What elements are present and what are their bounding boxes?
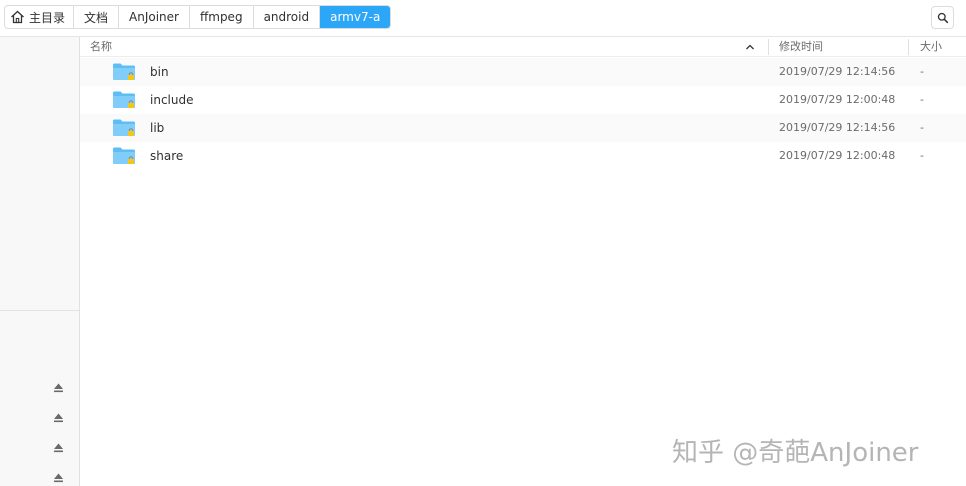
eject-icon: [53, 443, 63, 453]
folder-lock-icon: [113, 119, 135, 136]
breadcrumb-label: AnJoiner: [129, 10, 179, 24]
eject-icon: [53, 473, 63, 483]
column-header: 名称 修改时间 大小: [80, 37, 966, 57]
eject-button[interactable]: [52, 442, 64, 454]
file-row[interactable]: lib 2019/07/29 12:14:56 -: [80, 114, 966, 142]
folder-lock-icon: [113, 147, 135, 164]
breadcrumb-item-documents[interactable]: 文档: [74, 6, 120, 28]
file-modified: 2019/07/29 12:14:56: [779, 121, 896, 134]
file-modified: 2019/07/29 12:00:48: [779, 149, 896, 162]
chevron-up-icon[interactable]: [744, 41, 756, 53]
file-modified: 2019/07/29 12:14:56: [779, 65, 896, 78]
column-separator[interactable]: [768, 39, 769, 55]
home-icon: [11, 10, 24, 24]
file-size: -: [920, 93, 924, 106]
breadcrumb-home[interactable]: 主目录: [5, 6, 75, 28]
file-row[interactable]: share 2019/07/29 12:00:48 -: [80, 142, 966, 170]
breadcrumb-item-armv7a[interactable]: armv7-a: [320, 6, 391, 28]
eject-icon: [53, 413, 63, 423]
breadcrumb-item-android[interactable]: android: [254, 6, 321, 28]
eject-button[interactable]: [52, 382, 64, 394]
file-row[interactable]: include 2019/07/29 12:00:48 -: [80, 86, 966, 114]
breadcrumb-label: armv7-a: [330, 10, 381, 24]
eject-button[interactable]: [52, 472, 64, 484]
column-size[interactable]: 大小: [920, 37, 942, 57]
file-size: -: [920, 65, 924, 78]
column-modified[interactable]: 修改时间: [779, 37, 823, 57]
search-button[interactable]: [931, 6, 954, 29]
breadcrumb-home-label: 主目录: [29, 10, 66, 25]
search-icon: [937, 12, 948, 23]
breadcrumb: 主目录 文档 AnJoiner ffmpeg android armv7-a: [4, 5, 392, 29]
toolbar: 主目录 文档 AnJoiner ffmpeg android armv7-a: [0, 0, 966, 37]
sidebar-divider: [0, 310, 79, 311]
breadcrumb-item-ffmpeg[interactable]: ffmpeg: [190, 6, 254, 28]
file-size: -: [920, 121, 924, 134]
watermark: 知乎 @奇葩AnJoiner: [672, 438, 919, 468]
eject-button[interactable]: [52, 412, 64, 424]
eject-icon: [53, 383, 63, 393]
file-row[interactable]: bin 2019/07/29 12:14:56 -: [80, 58, 966, 86]
file-name: include: [150, 93, 194, 107]
file-name: lib: [150, 121, 165, 135]
breadcrumb-item-anjoiner[interactable]: AnJoiner: [119, 6, 190, 28]
file-list: 名称 修改时间 大小 bin 2019/07/29 12:14:56 - inc…: [80, 37, 966, 486]
breadcrumb-label: 文档: [84, 10, 109, 25]
breadcrumb-label: ffmpeg: [199, 10, 243, 24]
column-name[interactable]: 名称: [90, 37, 112, 57]
folder-lock-icon: [113, 63, 135, 80]
file-name: bin: [150, 65, 169, 79]
file-size: -: [920, 149, 924, 162]
column-separator[interactable]: [908, 39, 909, 55]
file-name: share: [150, 149, 184, 163]
file-manager-window: 主目录 文档 AnJoiner ffmpeg android armv7-a 名…: [0, 0, 966, 486]
file-modified: 2019/07/29 12:00:48: [779, 93, 896, 106]
sidebar: [0, 37, 80, 486]
folder-lock-icon: [113, 91, 135, 108]
breadcrumb-label: android: [263, 10, 310, 24]
